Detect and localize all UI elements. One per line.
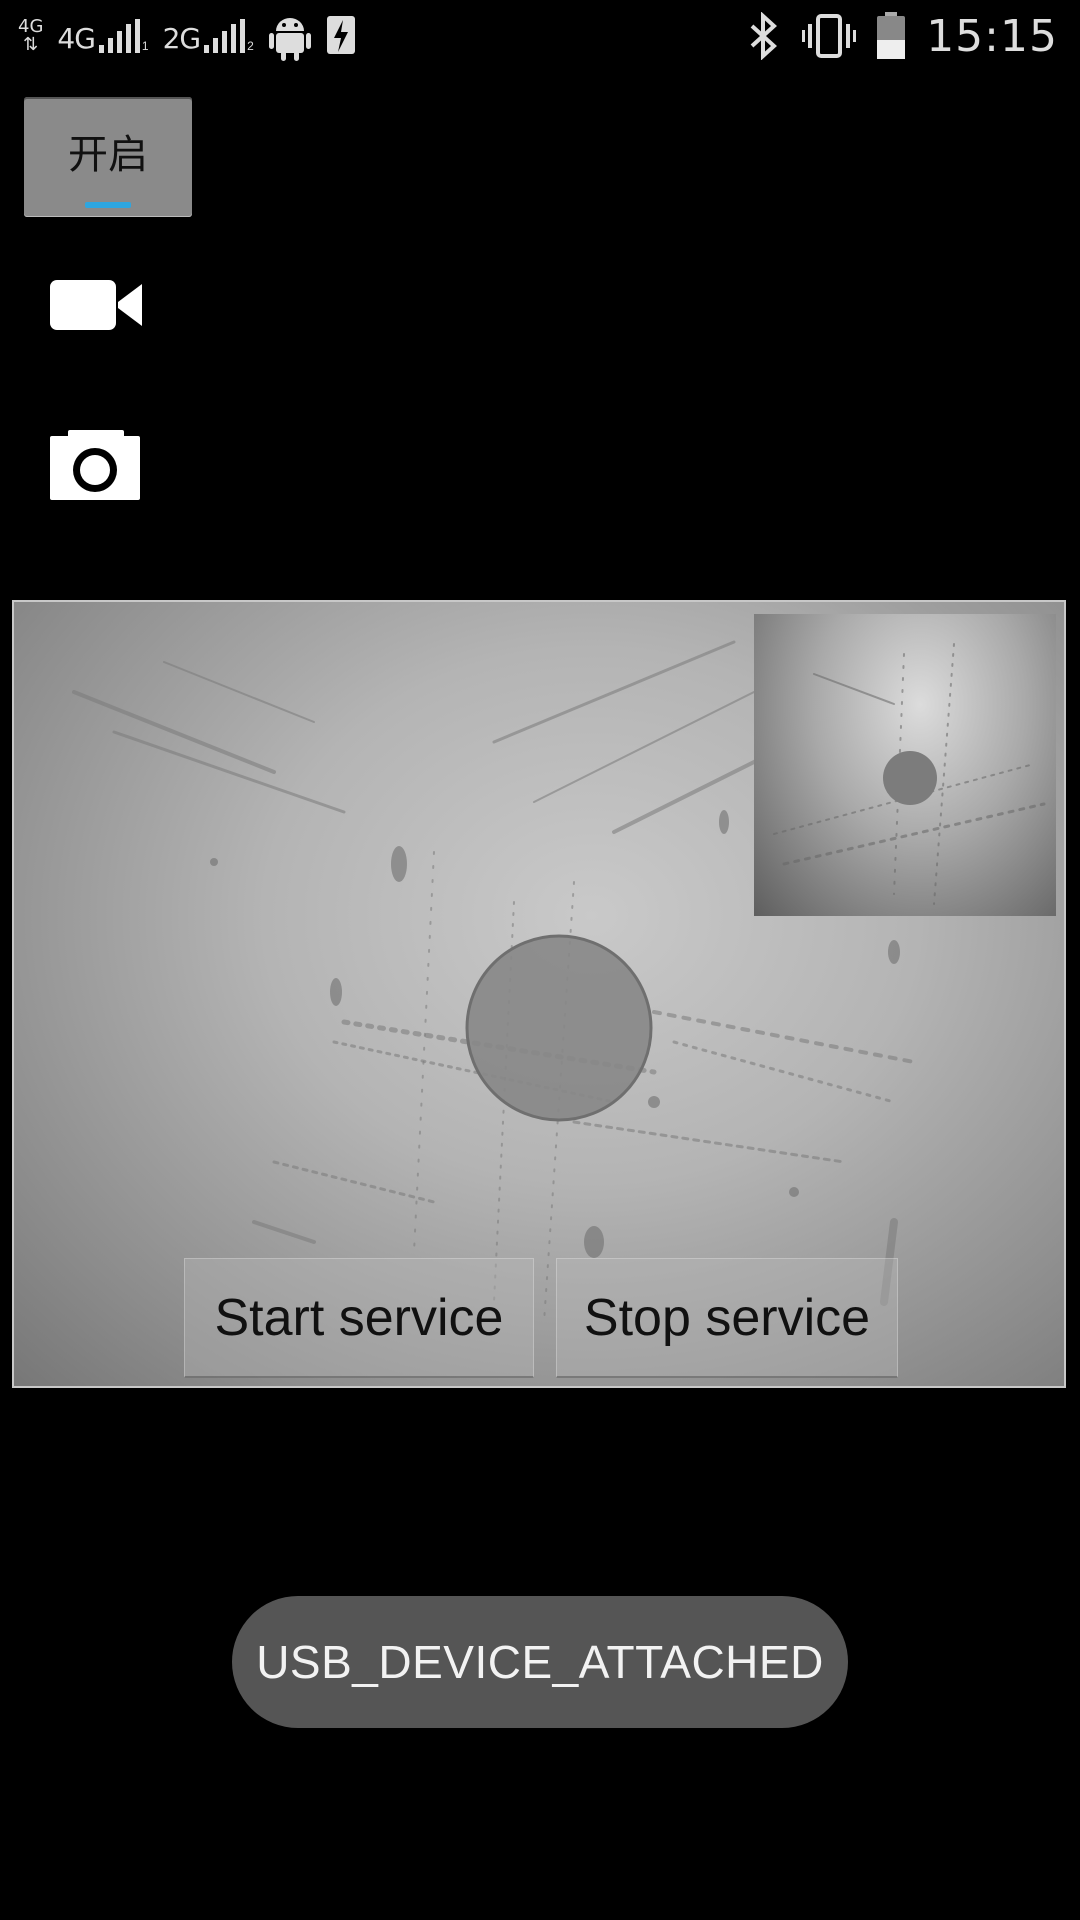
preview-thumbnail [754, 614, 1056, 916]
vibrate-icon [802, 14, 857, 58]
mobile-data-indicator: 4G ⇅ [18, 18, 43, 54]
video-camera-icon [50, 280, 142, 330]
status-bar: 4G ⇅ 4G 1 2G 2 15:15 [0, 0, 1080, 72]
sim1-type: 4G [57, 22, 96, 55]
data-arrows-icon: ⇅ [23, 34, 39, 55]
status-left: 4G ⇅ 4G 1 2G 2 [18, 10, 356, 62]
record-video-button[interactable] [48, 274, 144, 346]
status-right: 15:15 [746, 6, 1058, 66]
start-service-button[interactable]: Start service [184, 1258, 534, 1378]
sim2-type: 2G [162, 22, 202, 55]
android-icon [268, 18, 311, 61]
signal-icon [204, 19, 246, 53]
toggle-start-button[interactable]: 开启 [24, 97, 192, 217]
sim2-slot: 2 [247, 39, 254, 53]
charging-icon [326, 16, 355, 54]
clock: 15:15 [926, 10, 1058, 62]
signal-icon [98, 19, 140, 53]
toggle-label: 开启 [68, 132, 148, 178]
sim1-slot: 1 [141, 39, 149, 53]
thumbnail-texture [773, 643, 1046, 905]
toast-message: USB_DEVICE_ATTACHED [256, 1636, 824, 1688]
sim1-signal: 4G 1 [57, 19, 149, 55]
sim2-signal: 2G 2 [163, 19, 254, 53]
start-service-label: Start service [214, 1288, 504, 1347]
stop-service-label: Stop service [583, 1288, 871, 1347]
toast-notification: USB_DEVICE_ATTACHED [232, 1596, 848, 1728]
battery-icon [877, 12, 906, 59]
toggle-indicator [85, 202, 131, 208]
bluetooth-icon [750, 12, 778, 60]
take-photo-button[interactable] [48, 428, 144, 500]
camera-preview: Start service Stop service [12, 600, 1066, 1388]
camera-icon [50, 430, 140, 500]
stop-service-button[interactable]: Stop service [556, 1258, 898, 1378]
